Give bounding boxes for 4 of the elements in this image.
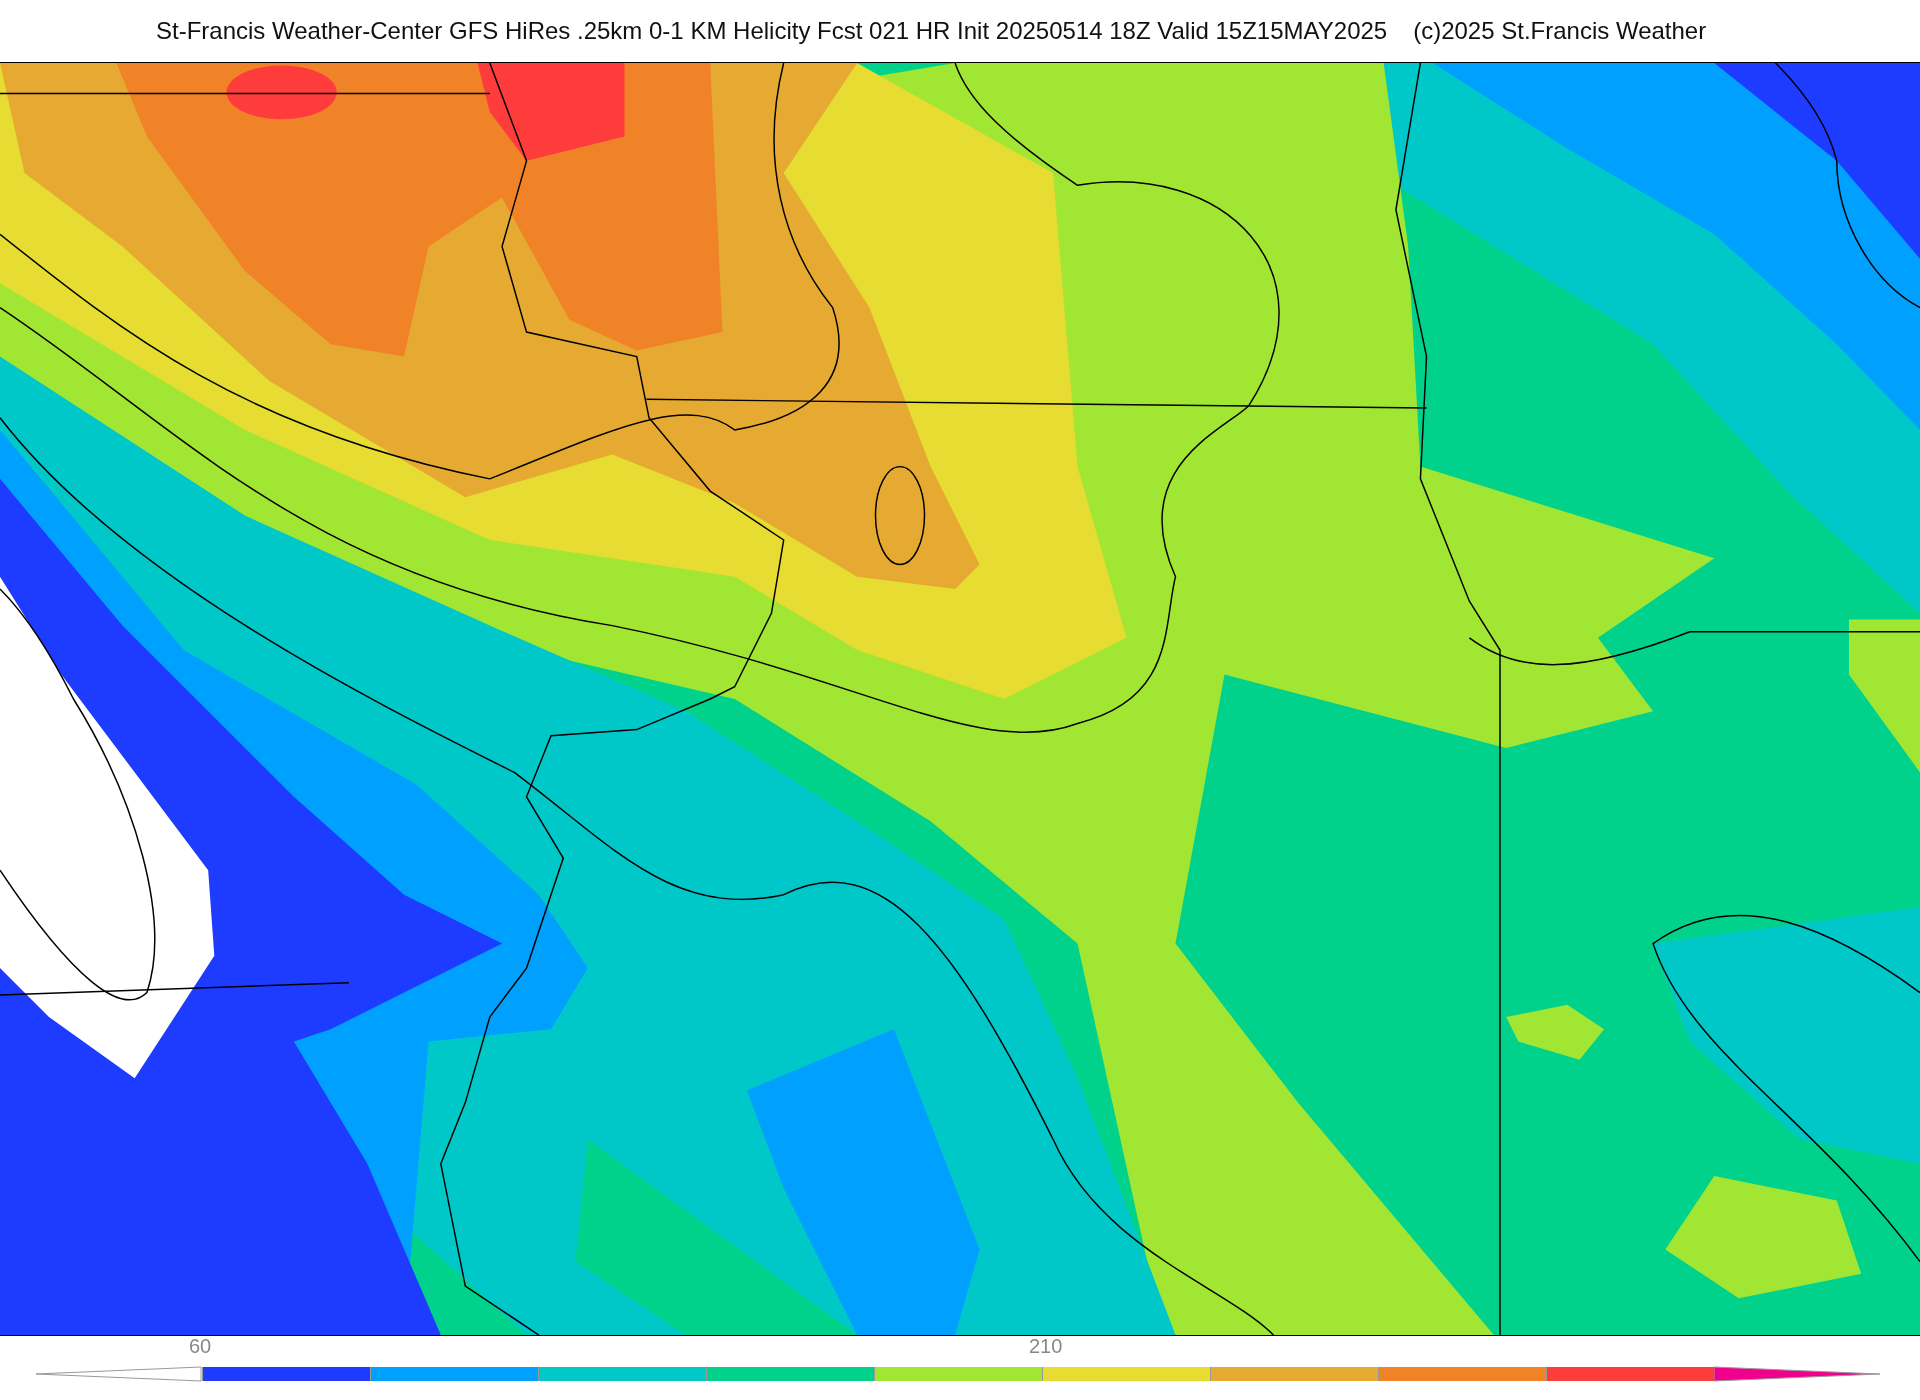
chart-title: St-Francis Weather-Center GFS HiRes .25km 0-1 KM Helicity Fcst 021 HR Init 20250514 18Z Valid 15Z15MAY2025	[156, 16, 1388, 46]
copyright-text: (c)2025 St.Francis Weather	[1413, 16, 1707, 46]
scale-label: 60	[189, 1334, 212, 1359]
scale-label: 210	[1029, 1334, 1063, 1359]
